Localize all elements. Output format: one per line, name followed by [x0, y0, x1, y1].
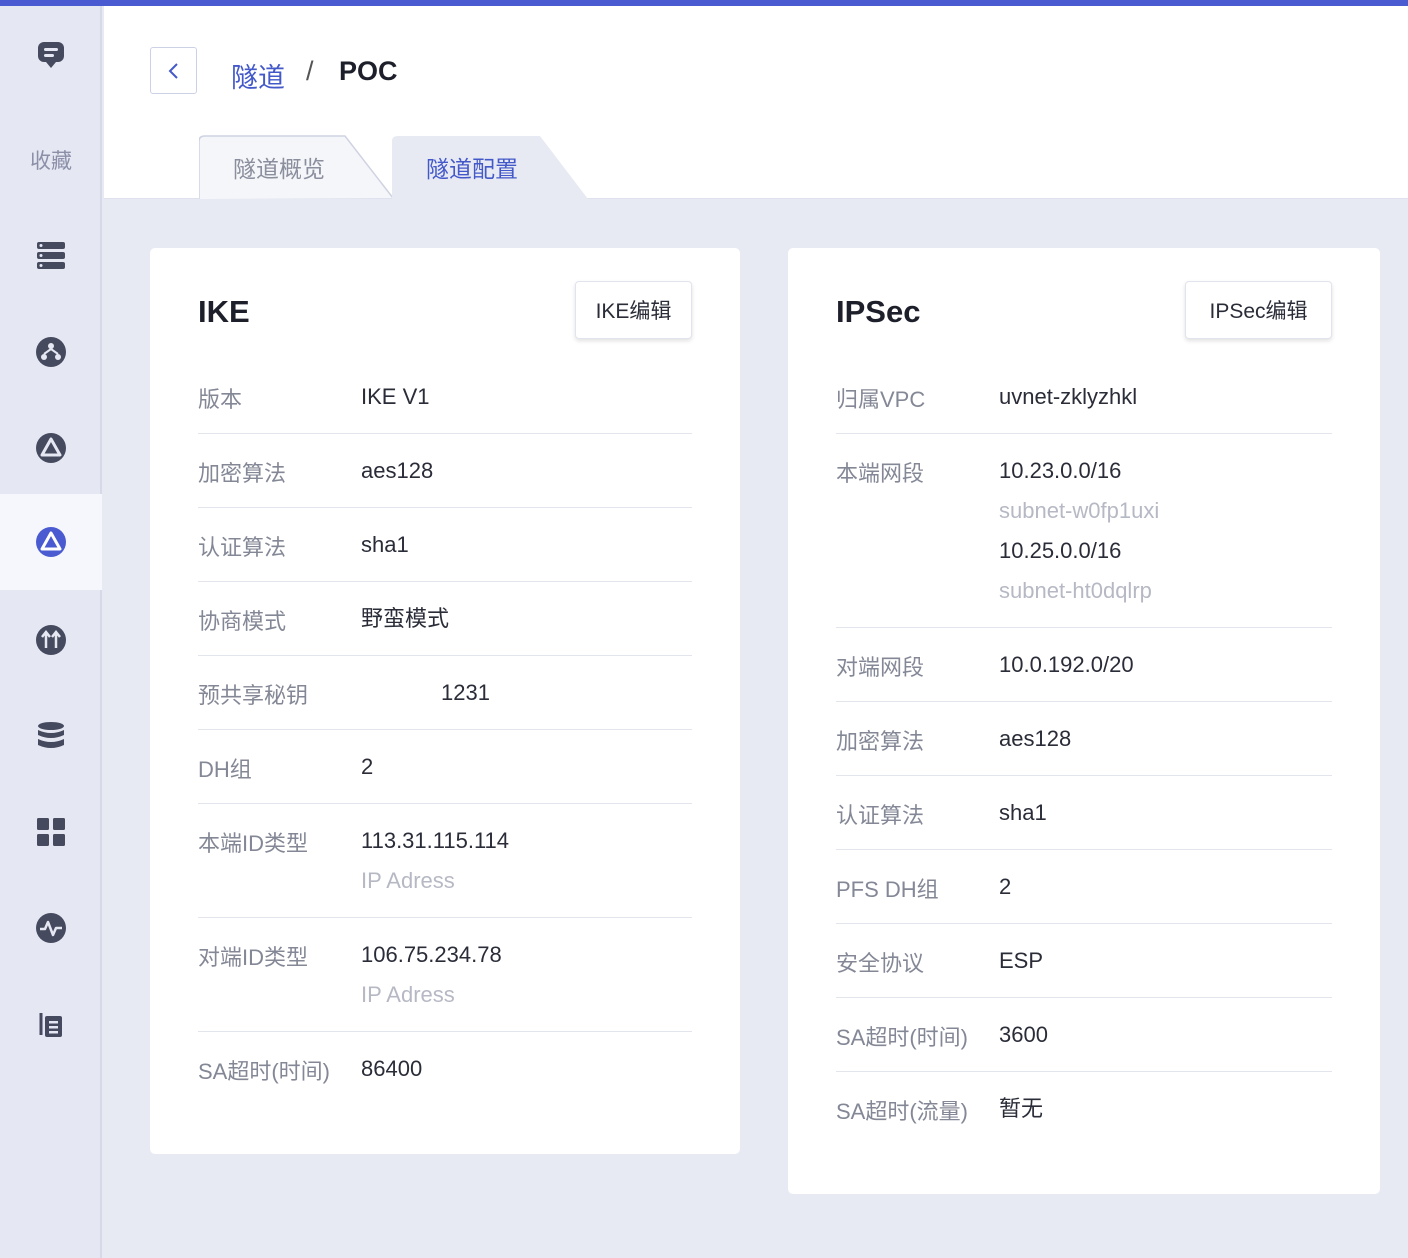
ipsec-row-sa-traffic: SA超时(流量) 暂无 — [836, 1072, 1332, 1146]
tab-config-label: 隧道配置 — [426, 156, 518, 182]
sidebar-item-gateway[interactable] — [0, 400, 102, 496]
ipsec-local-subnet-1: subnet-w0fp1uxi — [999, 498, 1160, 523]
ipsec-pfs-label: PFS DH组 — [836, 877, 939, 902]
ike-edit-button[interactable]: IKE编辑 — [575, 281, 692, 339]
ipsec-row-sa-time: SA超时(时间) 3600 — [836, 998, 1332, 1072]
ike-row-version: 版本 IKE V1 — [198, 360, 692, 434]
page-title: POC — [339, 56, 398, 86]
ike-mode-label: 协商模式 — [198, 609, 287, 634]
sidebar-item-network[interactable] — [0, 304, 102, 400]
ike-row-encryption: 加密算法 aes128 — [198, 434, 692, 508]
ike-row-psk: 预共享秘钥 1231 — [198, 656, 692, 730]
breadcrumb-parent-link[interactable]: 隧道 — [231, 56, 285, 95]
server-list-icon — [37, 242, 65, 269]
ike-row-auth: 认证算法 sha1 — [198, 508, 692, 582]
ipsec-local-cidr-1: 10.23.0.0/16 — [999, 458, 1122, 483]
ike-dh-value: 2 — [361, 754, 374, 779]
ike-remote-id-label: 对端ID类型 — [198, 945, 309, 970]
ipsec-sa-time-label: SA超时(时间) — [836, 1025, 969, 1050]
sidebar-item-documents[interactable] — [0, 976, 102, 1072]
ike-local-id-label: 本端ID类型 — [198, 831, 309, 856]
tab-overview-label: 隧道概览 — [233, 156, 325, 182]
tab-config[interactable]: 隧道配置 — [392, 135, 588, 199]
network-icon — [36, 337, 66, 367]
sidebar-item-messages[interactable] — [0, 6, 102, 102]
ipsec-auth-label: 认证算法 — [836, 803, 925, 828]
ike-local-id-value: 113.31.115.114 — [361, 828, 510, 853]
ipsec-row-local-subnets: 本端网段 10.23.0.0/16 subnet-w0fp1uxi 10.25.… — [836, 434, 1332, 628]
breadcrumb-separator: / — [306, 56, 314, 86]
ike-detail-list: 版本 IKE V1 加密算法 aes128 认证算法 sha1 协商模式 野蛮模… — [198, 360, 692, 1106]
back-button[interactable] — [150, 47, 197, 94]
ike-dh-label: DH组 — [198, 757, 252, 782]
monitor-icon — [36, 913, 66, 943]
database-icon — [38, 722, 64, 748]
ike-psk-value: 1231 — [441, 680, 490, 705]
ipsec-local-subnet-2: subnet-ht0dqlrp — [999, 578, 1152, 603]
sidebar-item-monitor[interactable] — [0, 880, 102, 976]
sidebar-item-transfer[interactable] — [0, 592, 102, 688]
ipsec-encryption-label: 加密算法 — [836, 729, 925, 754]
sidebar-item-favorites[interactable]: 收藏 — [0, 112, 102, 208]
ipsec-row-auth: 认证算法 sha1 — [836, 776, 1332, 850]
ike-local-id-type: IP Adress — [361, 868, 455, 893]
favorites-label: 收藏 — [30, 150, 72, 173]
ike-card: IKE IKE编辑 版本 IKE V1 加密算法 aes128 认证算法 sha… — [150, 248, 740, 1154]
ike-row-remote-id: 对端ID类型 106.75.234.78 IP Adress — [198, 918, 692, 1032]
ike-psk-label: 预共享秘钥 — [198, 683, 309, 708]
ipsec-protocol-label: 安全协议 — [836, 951, 925, 976]
ike-remote-id-value: 106.75.234.78 — [361, 942, 502, 967]
sidebar-item-tunnel[interactable] — [0, 494, 102, 590]
sidebar: 收藏 — [0, 6, 102, 1258]
transfer-icon — [36, 625, 66, 655]
ike-remote-id-type: IP Adress — [361, 982, 455, 1007]
ipsec-row-pfs: PFS DH组 2 — [836, 850, 1332, 924]
ike-encryption-label: 加密算法 — [198, 461, 287, 486]
ike-auth-label: 认证算法 — [198, 535, 287, 560]
ipsec-sa-traffic-label: SA超时(流量) — [836, 1099, 969, 1124]
ike-row-mode: 协商模式 野蛮模式 — [198, 582, 692, 656]
sidebar-item-servers[interactable] — [0, 208, 102, 304]
ipsec-row-vpc: 归属VPC uvnet-zklyzhkl — [836, 360, 1332, 434]
ipsec-local-subnets-label: 本端网段 — [836, 461, 925, 486]
ipsec-row-remote-subnet: 对端网段 10.0.192.0/20 — [836, 628, 1332, 702]
ipsec-local-cidr-2: 10.25.0.0/16 — [999, 538, 1122, 563]
ipsec-title: IPSec — [836, 294, 921, 329]
ike-title: IKE — [198, 294, 250, 329]
message-icon — [38, 42, 64, 68]
page-header: 隧道 / POC 隧道概览 隧道配置 — [104, 6, 1408, 199]
sidebar-item-database[interactable] — [0, 688, 102, 784]
ipsec-detail-list: 归属VPC uvnet-zklyzhkl 本端网段 10.23.0.0/16 s… — [836, 360, 1332, 1146]
ipsec-row-protocol: 安全协议 ESP — [836, 924, 1332, 998]
ike-row-local-id: 本端ID类型 113.31.115.114 IP Adress — [198, 804, 692, 918]
ike-version-label: 版本 — [198, 387, 243, 412]
ipsec-remote-subnet-label: 对端网段 — [836, 655, 925, 680]
chevron-left-icon — [168, 62, 178, 79]
ike-row-dh: DH组 2 — [198, 730, 692, 804]
sidebar-item-apps[interactable] — [0, 784, 102, 880]
ike-row-sa-timeout: SA超时(时间) 86400 — [198, 1032, 692, 1106]
tunnel-icon — [36, 527, 66, 557]
ipsec-card: IPSec IPSec编辑 归属VPC uvnet-zklyzhkl 本端网段 … — [788, 248, 1380, 1194]
ike-version-value: IKE V1 — [361, 384, 430, 409]
ipsec-row-encryption: 加密算法 aes128 — [836, 702, 1332, 776]
ipsec-vpc-label: 归属VPC — [836, 387, 926, 412]
apps-grid-icon — [37, 818, 65, 846]
tab-overview[interactable]: 隧道概览 — [199, 135, 395, 199]
ike-sa-timeout-label: SA超时(时间) — [198, 1059, 331, 1084]
gateway-icon — [36, 433, 66, 463]
documents-icon — [39, 1013, 62, 1037]
ipsec-edit-button[interactable]: IPSec编辑 — [1185, 281, 1332, 339]
